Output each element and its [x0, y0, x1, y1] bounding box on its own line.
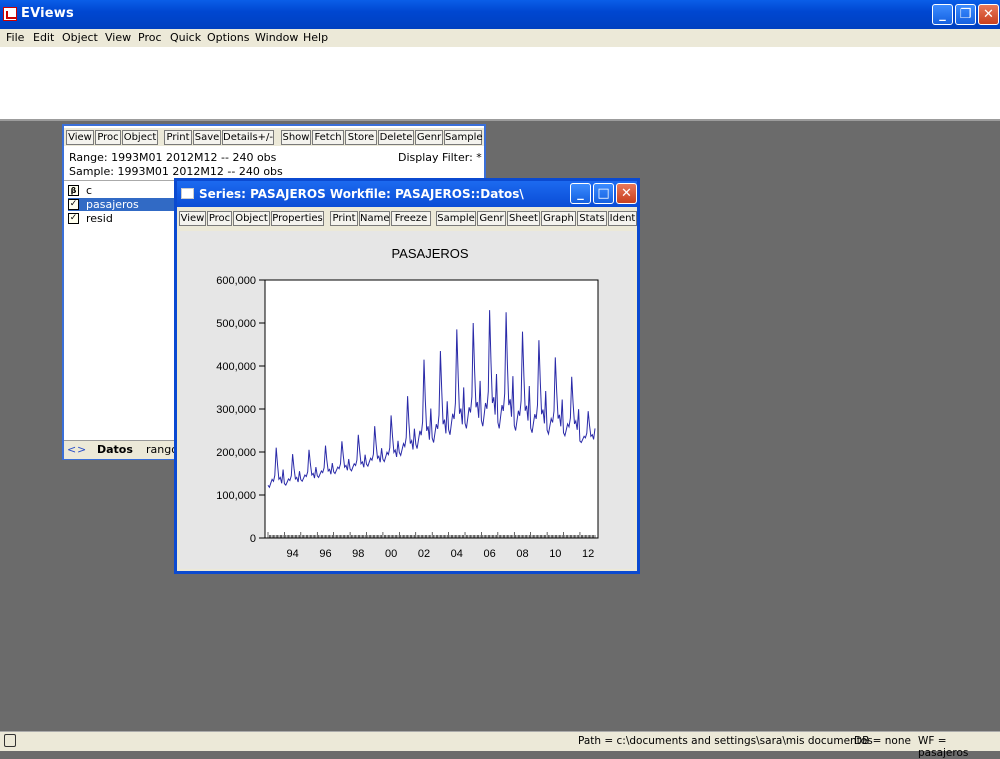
restore-icon[interactable]: ❐ [955, 4, 976, 25]
series-properties-button[interactable]: Properties [271, 211, 324, 226]
list-item-label: c [86, 184, 93, 197]
tab-scroll-left-icon[interactable]: < [67, 443, 76, 456]
x-tick-label: 00 [385, 548, 397, 560]
display-filter: Display Filter: * [398, 151, 482, 164]
y-tick-label: 400,000 [216, 361, 256, 373]
series-name-button[interactable]: Name [359, 211, 390, 226]
list-item-pasajeros[interactable]: ✓ pasajeros [68, 198, 178, 211]
tab-datos[interactable]: Datos [97, 443, 133, 456]
series-window-title: Series: PASAJEROS Workfile: PASAJEROS::D… [199, 187, 524, 201]
list-item-label: resid [86, 212, 113, 225]
y-tick-label: 600,000 [216, 275, 256, 287]
y-tick-label: 300,000 [216, 404, 256, 416]
pasajeros-line-chart: PASAJEROS 0 100,000 200,000 300,000 400,000 5… [216, 246, 599, 560]
x-tick-label: 96 [319, 548, 331, 560]
series-print-button[interactable]: Print [330, 211, 358, 226]
list-item-resid[interactable]: ✓ resid [68, 212, 178, 225]
status-path: Path = c:\documents and settings\sara\mi… [578, 735, 873, 747]
menu-proc[interactable]: Proc [138, 31, 162, 44]
series-icon: ✓ [68, 199, 79, 210]
wf-genr-button[interactable]: Genr [415, 130, 443, 145]
x-tick-label: 94 [287, 548, 299, 560]
x-tick-label: 10 [549, 548, 561, 560]
x-tick-label: 06 [484, 548, 496, 560]
wf-proc-button[interactable]: Proc [95, 130, 121, 145]
wf-details-button[interactable]: Details+/- [222, 130, 274, 145]
wf-fetch-button[interactable]: Fetch [312, 130, 344, 145]
wf-print-button[interactable]: Print [164, 130, 192, 145]
status-bar: Path = c:\documents and settings\sara\mi… [0, 731, 1000, 759]
series-maximize-icon[interactable]: □ [593, 183, 614, 204]
command-window[interactable] [0, 47, 1000, 121]
series-window: Series: PASAJEROS Workfile: PASAJEROS::D… [174, 178, 640, 574]
y-tick-label: 0 [250, 533, 256, 545]
chart-title: PASAJEROS [391, 246, 468, 261]
workfile-range: Range: 1993M01 2012M12 -- 240 obs [69, 151, 277, 164]
wf-store-button[interactable]: Store [345, 130, 377, 145]
coef-icon: β [68, 185, 79, 196]
wf-delete-button[interactable]: Delete [378, 130, 414, 145]
series-window-title-bar: Series: PASAJEROS Workfile: PASAJEROS::D… [177, 181, 637, 207]
wf-show-button[interactable]: Show [281, 130, 311, 145]
menu-edit[interactable]: Edit [33, 31, 54, 44]
series-minimize-icon[interactable]: _ [570, 183, 591, 204]
menu-bar: File Edit Object View Proc Quick Options… [0, 29, 1000, 47]
menu-help[interactable]: Help [303, 31, 328, 44]
series-toolbar: View Proc Object Properties Print Name F… [177, 209, 637, 227]
workfile-toolbar: View Proc Object Print Save Details+/- S… [64, 128, 484, 146]
series-icon: ✓ [68, 213, 79, 224]
close-icon[interactable]: ✕ [978, 4, 999, 25]
x-tick-label: 98 [352, 548, 364, 560]
wf-save-button[interactable]: Save [193, 130, 221, 145]
y-tick-label: 100,000 [216, 490, 256, 502]
x-tick-label: 04 [451, 548, 463, 560]
menu-window[interactable]: Window [255, 31, 298, 44]
plot-area [264, 279, 599, 539]
series-object-button[interactable]: Object [233, 211, 270, 226]
series-close-icon[interactable]: ✕ [616, 183, 637, 204]
eviews-app-icon [3, 7, 17, 21]
tab-scroll-right-icon[interactable]: > [77, 443, 86, 456]
series-ident-button[interactable]: Ident [608, 211, 637, 226]
x-tick-label: 12 [582, 548, 594, 560]
series-graph-button[interactable]: Graph [541, 211, 576, 226]
series-window-icon [181, 188, 194, 199]
menu-quick[interactable]: Quick [170, 31, 201, 44]
series-genr-button[interactable]: Genr [477, 211, 506, 226]
status-wf: WF = pasajeros [918, 735, 969, 759]
menu-view[interactable]: View [105, 31, 131, 44]
list-item-c[interactable]: β c [68, 184, 178, 197]
status-indicator-icon [4, 734, 16, 747]
graph-area: PASAJEROS 0 100,000 200,000 300,000 400,000 5… [180, 231, 634, 569]
app-title-bar: EViews _ ❐ ✕ [0, 0, 1000, 29]
wf-sample-button[interactable]: Sample [444, 130, 483, 145]
list-item-label: pasajeros [86, 198, 139, 211]
y-axis: 0 100,000 200,000 300,000 400,000 500,000 600,… [216, 275, 265, 545]
series-freeze-button[interactable]: Freeze [391, 211, 431, 226]
menu-file[interactable]: File [6, 31, 24, 44]
x-tick-label: 08 [516, 548, 528, 560]
wf-view-button[interactable]: View [66, 130, 94, 145]
wf-object-button[interactable]: Object [122, 130, 158, 145]
menu-options[interactable]: Options [207, 31, 249, 44]
app-title: EViews [21, 6, 74, 21]
series-stats-button[interactable]: Stats [577, 211, 607, 226]
workfile-sample: Sample: 1993M01 2012M12 -- 240 obs [69, 165, 283, 178]
series-proc-button[interactable]: Proc [207, 211, 232, 226]
menu-object[interactable]: Object [62, 31, 98, 44]
series-sample-button[interactable]: Sample [436, 211, 476, 226]
series-sheet-button[interactable]: Sheet [507, 211, 540, 226]
y-tick-label: 200,000 [216, 447, 256, 459]
status-db: DB = none [854, 735, 911, 747]
x-tick-label: 02 [418, 548, 430, 560]
series-view-button[interactable]: View [179, 211, 206, 226]
y-tick-label: 500,000 [216, 318, 256, 330]
minimize-icon[interactable]: _ [932, 4, 953, 25]
